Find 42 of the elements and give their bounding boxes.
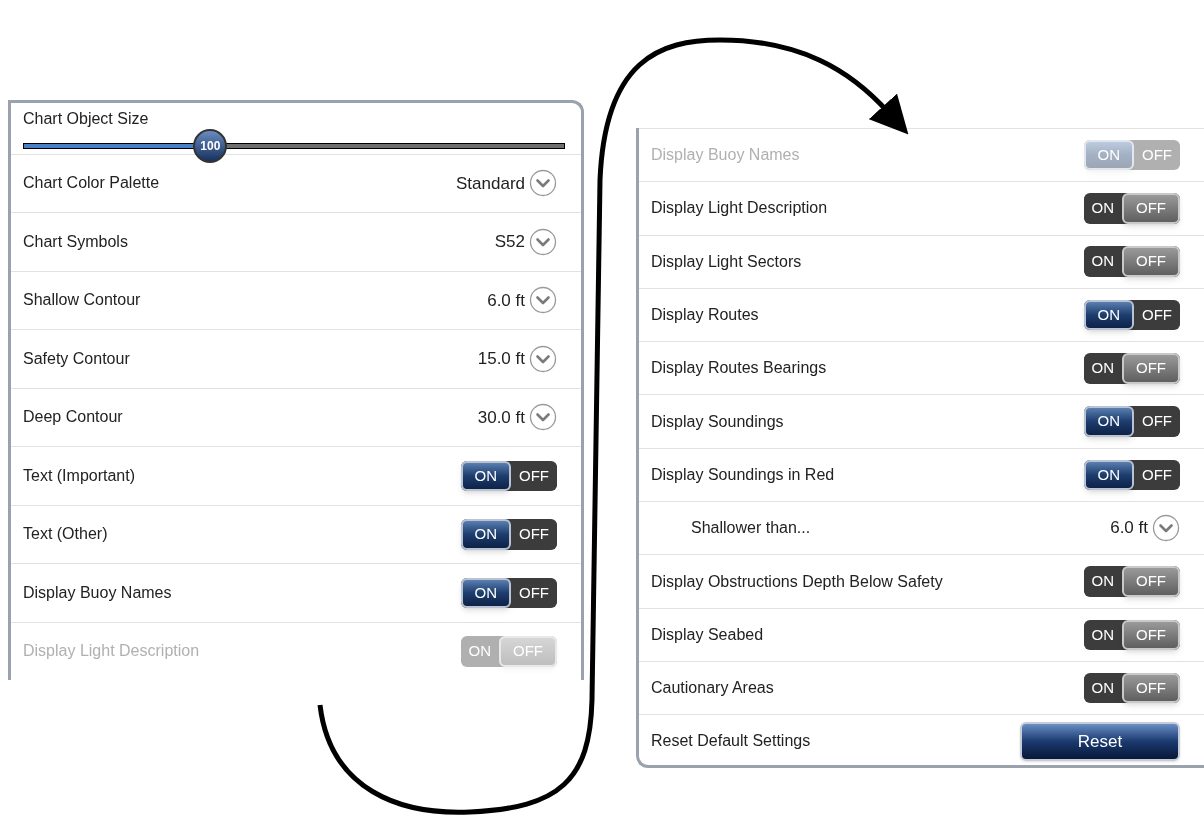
on-off-toggle[interactable]: ON OFF: [460, 577, 557, 608]
on-off-toggle[interactable]: ON OFF: [1083, 353, 1180, 384]
setting-value: 6.0 ft: [1110, 517, 1148, 540]
setting-label: Display Soundings: [651, 411, 784, 432]
setting-label: Chart Color Palette: [23, 173, 160, 194]
setting-label: Reset Default Settings: [651, 731, 811, 752]
setting-value: S52: [494, 231, 525, 253]
on-off-toggle[interactable]: ON OFF: [1083, 193, 1180, 224]
slider-label: Chart Object Size: [23, 109, 150, 130]
setting-label: Shallower than...: [690, 518, 811, 539]
setting-label: Text (Other): [23, 524, 108, 545]
setting-label: Display Routes Bearings: [651, 358, 827, 379]
setting-label: Chart Symbols: [23, 231, 128, 252]
setting-label: Display Soundings in Red: [651, 464, 835, 485]
setting-value: 15.0 ft: [477, 348, 525, 370]
setting-label: Text (Important): [23, 465, 136, 486]
setting-label: Display Seabed: [651, 624, 764, 645]
setting-label: Display Obstructions Depth Below Safety: [651, 571, 943, 592]
setting-label: Display Light Description: [23, 641, 200, 662]
setting-label: Cautionary Areas: [651, 678, 774, 699]
setting-label: Shallow Contour: [23, 290, 141, 311]
on-off-toggle[interactable]: ON OFF: [460, 519, 557, 550]
on-off-toggle[interactable]: ON OFF: [1083, 246, 1180, 277]
slider-thumb[interactable]: 100: [193, 129, 228, 164]
on-off-toggle[interactable]: ON OFF: [1083, 459, 1180, 491]
setting-value: 6.0 ft: [487, 289, 525, 312]
on-off-toggle[interactable]: ON OFF: [1083, 566, 1180, 597]
reset-button[interactable]: Reset: [1020, 721, 1180, 762]
setting-label: Display Buoy Names: [651, 145, 800, 166]
on-off-toggle[interactable]: ON OFF: [1083, 406, 1180, 437]
setting-label: Display Light Sectors: [651, 251, 802, 272]
on-off-toggle[interactable]: ON OFF: [1083, 299, 1180, 331]
on-off-toggle[interactable]: ON OFF: [1083, 672, 1180, 704]
setting-label: Display Routes: [651, 305, 759, 326]
on-off-toggle[interactable]: ON OFF: [460, 460, 557, 491]
setting-label: Safety Contour: [23, 348, 130, 369]
setting-label: Display Buoy Names: [23, 582, 172, 603]
setting-label: Display Light Description: [651, 198, 828, 219]
setting-value: Standard: [456, 172, 525, 195]
setting-label: Deep Contour: [23, 407, 123, 428]
setting-value: 30.0 ft: [477, 406, 525, 429]
on-off-toggle[interactable]: ON OFF: [1083, 619, 1180, 651]
